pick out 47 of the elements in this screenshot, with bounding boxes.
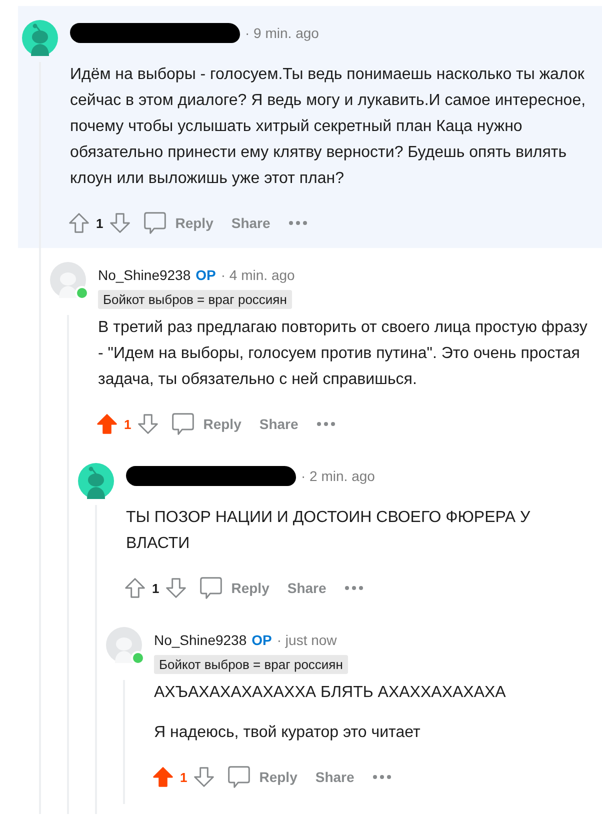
vote-count: 1	[152, 580, 160, 596]
username[interactable]: No_Shine9238	[154, 632, 247, 648]
upvote-icon[interactable]	[96, 413, 118, 435]
share-button[interactable]: Share	[225, 211, 276, 235]
share-button[interactable]: Share	[281, 576, 332, 600]
timestamp[interactable]: · 2 min. ago	[301, 468, 375, 484]
upvote-icon[interactable]	[68, 212, 90, 234]
avatar-icon[interactable]	[78, 463, 114, 499]
avatar-icon[interactable]	[50, 262, 86, 298]
reply-button[interactable]: Reply	[221, 761, 304, 793]
upvote-icon[interactable]	[152, 766, 174, 788]
op-label: OP	[252, 632, 272, 648]
vote-count: 1	[180, 770, 188, 784]
comment-icon	[171, 412, 196, 436]
reply-button[interactable]: Reply	[137, 207, 220, 239]
avatar-icon[interactable]	[106, 627, 142, 663]
downvote-icon[interactable]	[165, 577, 188, 599]
comment-icon	[143, 211, 168, 235]
share-button[interactable]: Share	[309, 765, 360, 789]
op-label: OP	[196, 267, 216, 283]
share-button[interactable]: Share	[253, 412, 304, 436]
timestamp[interactable]: · just now	[276, 632, 337, 648]
vote-count: 1	[124, 416, 132, 432]
avatar-icon[interactable]	[22, 20, 58, 56]
more-options-icon[interactable]	[288, 220, 308, 226]
timestamp[interactable]: · 4 min. ago	[220, 267, 295, 283]
user-flair: Бойкот выбров = враг россиян	[98, 290, 292, 309]
comment-icon	[199, 576, 224, 600]
comment-text: Я надеюсь, твой куратор это читает	[154, 723, 422, 743]
username[interactable]: No_Shine9238	[98, 267, 191, 283]
downvote-icon[interactable]	[137, 413, 160, 435]
more-options-icon[interactable]	[344, 585, 364, 591]
comment-text: АХЪАХАХАХАХАХХА БЛЯТЬ АХАХХАХАХАХА	[154, 683, 507, 703]
reply-button[interactable]: Reply	[165, 408, 248, 440]
comment-text: В третий раз предлагаю повторить от своего лица простую фразу - "Идем на выборы, голосуем против путина". Это очень простая задача, ты обязательно с ней справишься.	[98, 318, 588, 390]
more-options-icon[interactable]	[372, 774, 392, 780]
comment-text: Идём на выборы - голосуем.Ты ведь понимаешь насколько ты жалок сейчас в этом диалоге? Я ведь могу и лукавить.И самое интересное, почему чтобы услышать хитрый секретный план Каца нужно обязательно принести ему клятву верности? Будешь опять вилять клоун или выложишь уже этот план?	[70, 65, 587, 189]
downvote-icon[interactable]	[109, 212, 132, 234]
comment-icon	[227, 765, 252, 789]
comment-text: ТЫ ПОЗОР НАЦИИ И ДОСТОИН СВОЕГО ФЮРЕРА У ВЛАСТИ	[126, 508, 532, 554]
reply-button[interactable]: Reply	[193, 572, 276, 604]
vote-count: 1	[96, 216, 104, 230]
timestamp[interactable]: · 9 min. ago	[245, 25, 319, 41]
more-options-icon[interactable]	[316, 421, 336, 427]
user-flair: Бойкот выбров = враг россиян	[154, 655, 348, 674]
upvote-icon[interactable]	[124, 577, 146, 599]
downvote-icon[interactable]	[193, 766, 216, 788]
